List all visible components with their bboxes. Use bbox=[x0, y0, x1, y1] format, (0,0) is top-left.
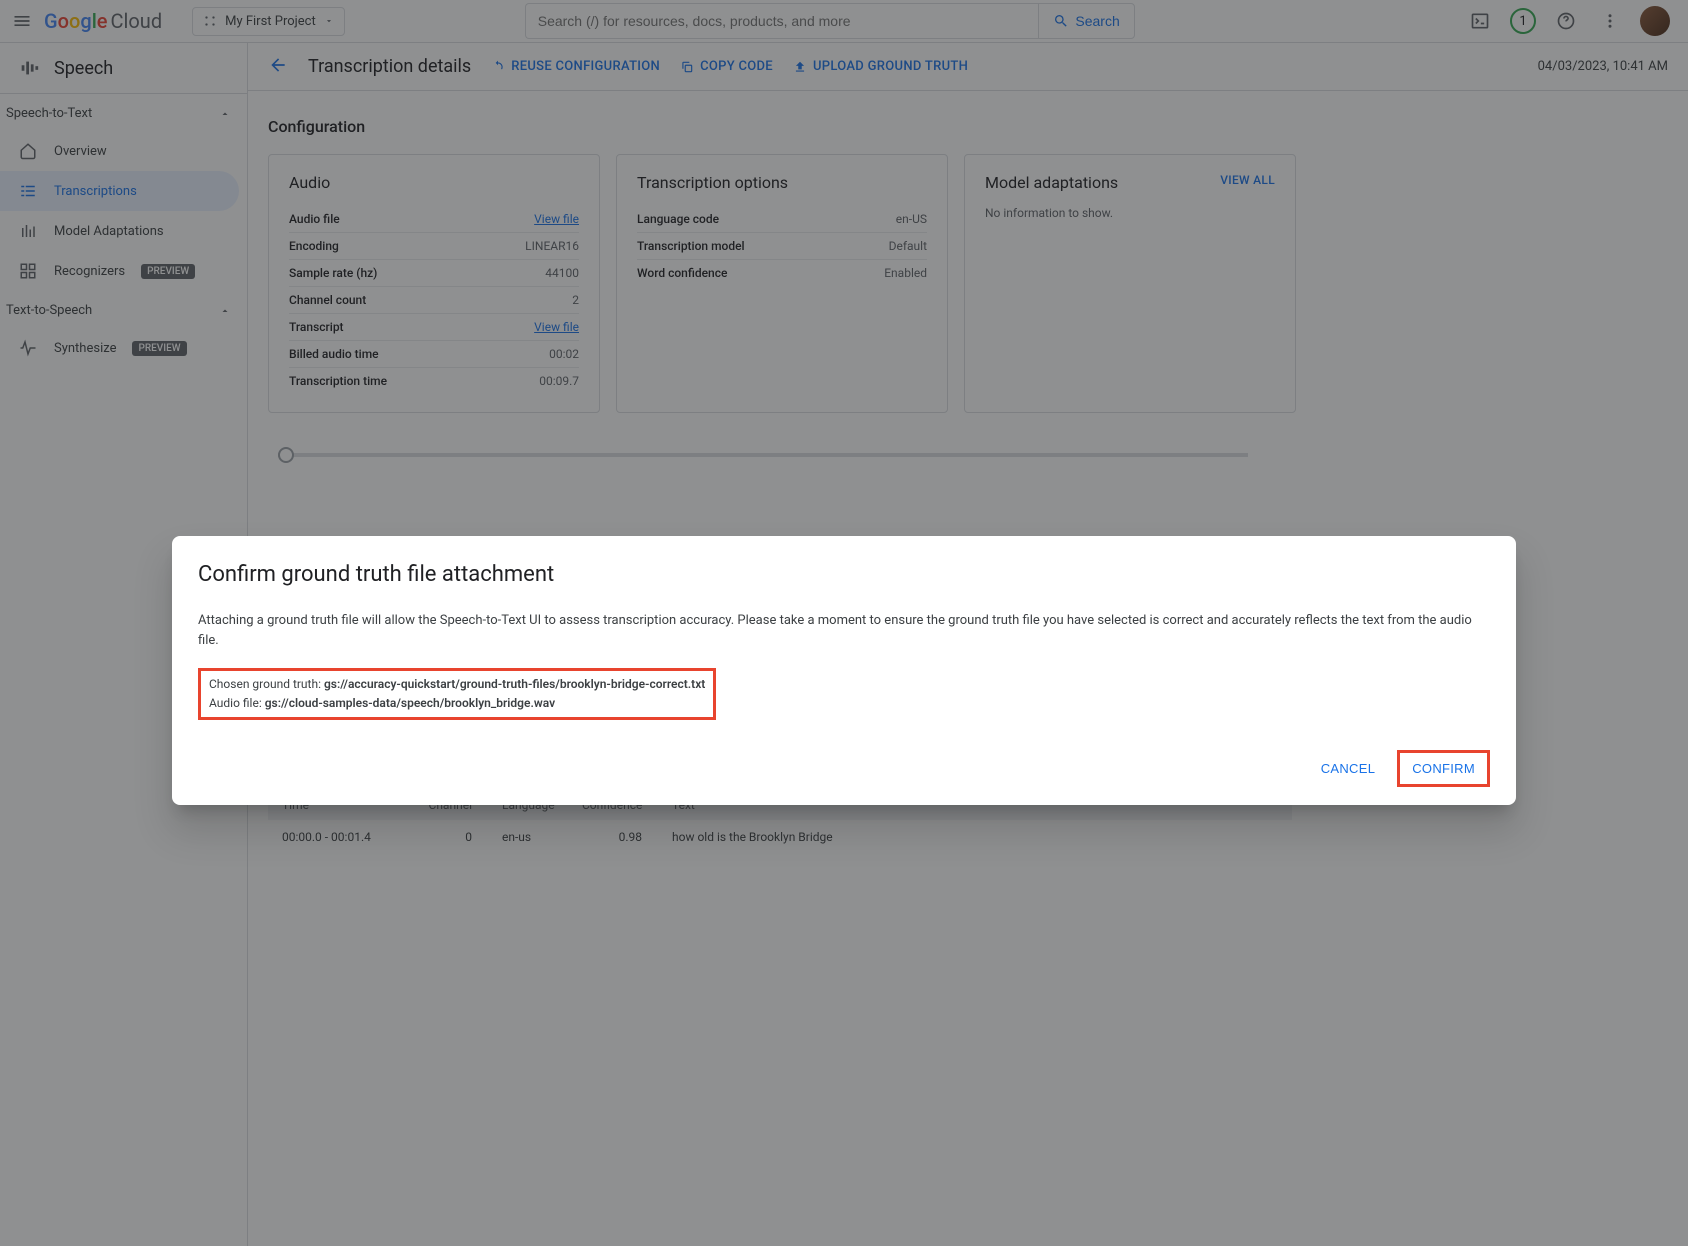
audio-file-label: Audio file: bbox=[209, 696, 265, 710]
dialog-title: Confirm ground truth file attachment bbox=[198, 562, 1490, 587]
modal-overlay[interactable]: Confirm ground truth file attachment Att… bbox=[0, 0, 1688, 1246]
audio-file-path: gs://cloud-samples-data/speech/brooklyn_… bbox=[265, 696, 555, 710]
dialog-description: Attaching a ground truth file will allow… bbox=[198, 611, 1490, 650]
chosen-ground-truth-label: Chosen ground truth: bbox=[209, 677, 324, 691]
confirm-dialog: Confirm ground truth file attachment Att… bbox=[172, 536, 1516, 805]
confirm-button[interactable]: CONFIRM bbox=[1397, 750, 1490, 787]
file-paths-highlight: Chosen ground truth: gs://accuracy-quick… bbox=[198, 668, 716, 720]
cancel-button[interactable]: CANCEL bbox=[1309, 750, 1388, 787]
chosen-ground-truth-path: gs://accuracy-quickstart/ground-truth-fi… bbox=[324, 677, 705, 691]
